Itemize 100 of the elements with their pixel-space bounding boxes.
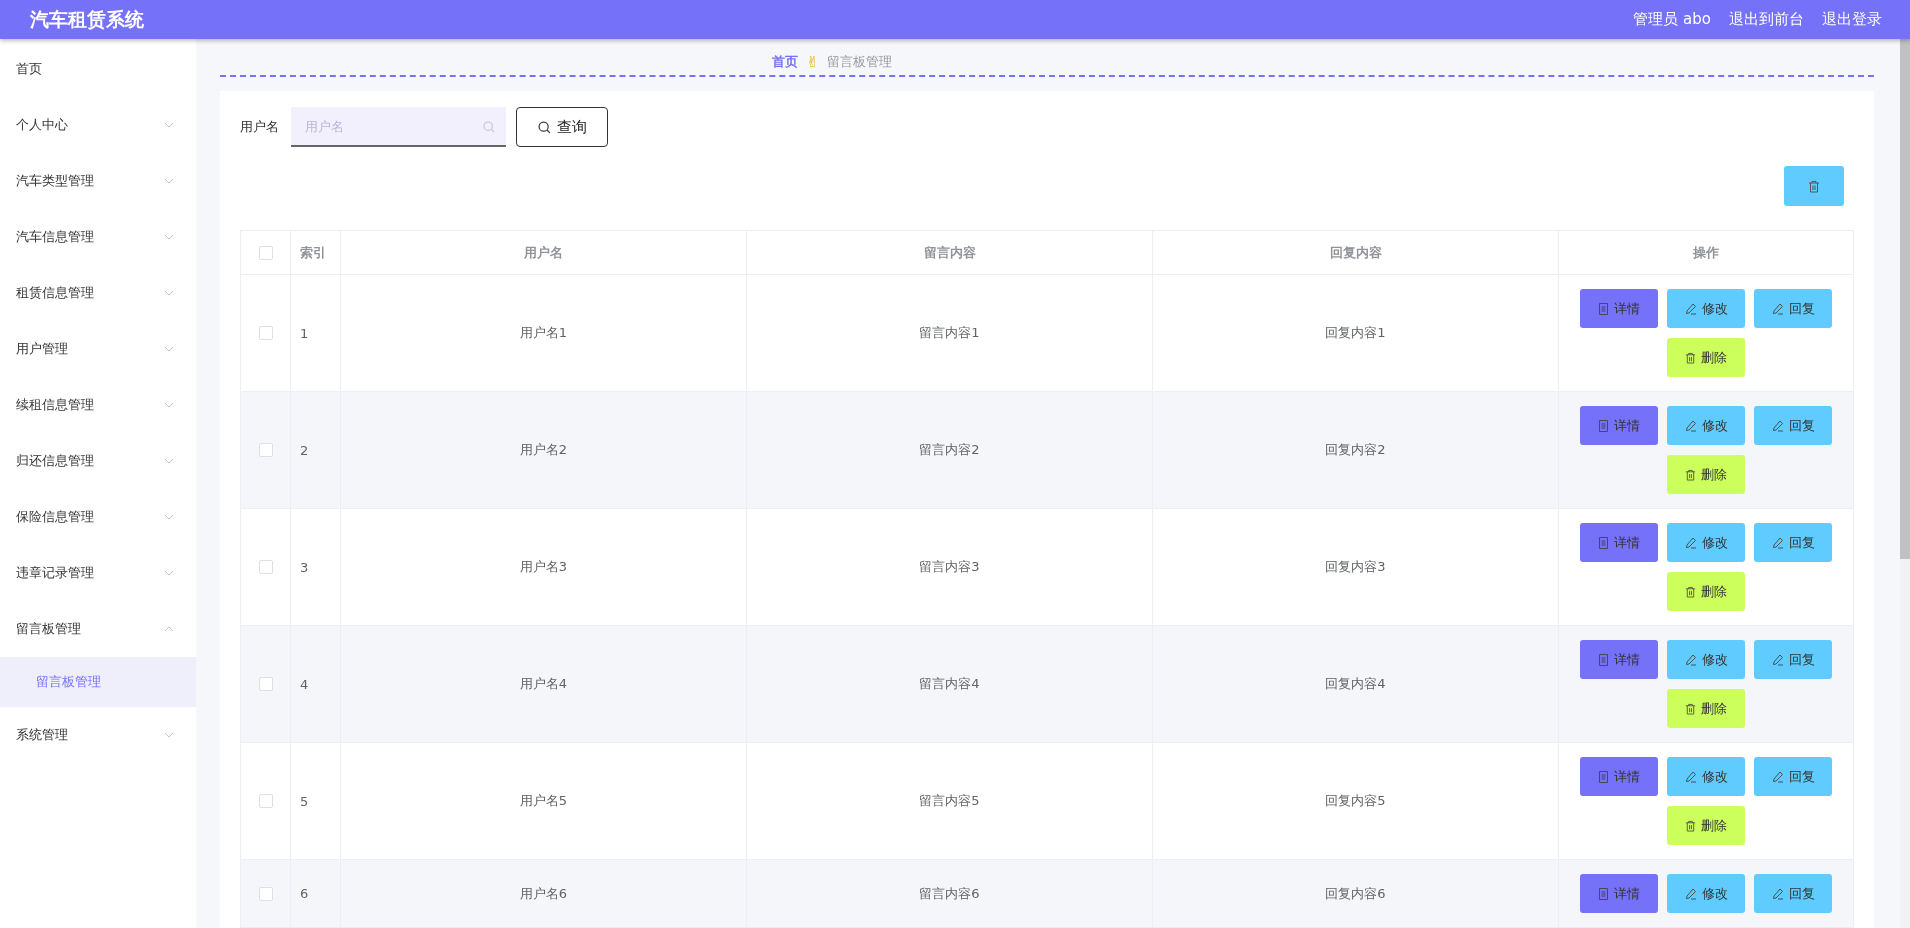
pencil-icon [1684,770,1697,783]
delete-button[interactable]: 删除 [1667,338,1745,377]
column-header: 留言内容 [747,231,1153,274]
header-link[interactable]: 管理员 abo [1633,10,1711,29]
delete-button[interactable]: 删除 [1667,806,1745,845]
search-field[interactable]: 用户名 [291,107,506,147]
breadcrumb-link[interactable]: 首页 [772,53,799,71]
edit-button[interactable]: 修改 [1667,289,1745,328]
reply-button[interactable]: 回复 [1754,523,1832,562]
row-checkbox[interactable] [258,443,273,457]
chevron-icon [164,570,174,576]
sidebar-item[interactable]: 归还信息管理 [0,433,196,489]
table-cell: 用户名4 [519,675,568,693]
search-icon [537,120,551,134]
search-icon [483,121,495,133]
edit-button[interactable]: 修改 [1667,523,1745,562]
edit-button[interactable]: 修改 [1667,406,1745,445]
scrollbar[interactable] [1900,39,1910,928]
bulk-delete-button[interactable] [1784,166,1844,206]
table-cell: 回复内容3 [1325,558,1386,576]
edit-button[interactable]: 修改 [1667,757,1745,796]
table-cell: 4 [300,676,309,692]
edit-button[interactable]: 修改 [1667,874,1745,913]
sidebar-item[interactable]: 续租信息管理 [0,377,196,433]
table-cell: 留言内容6 [919,884,980,903]
header-link[interactable]: 退出登录 [1822,10,1882,29]
pencil-icon [1771,419,1784,432]
chevron-icon [164,346,174,352]
sidebar-item[interactable]: 租赁信息管理 [0,265,196,321]
document-icon [1598,536,1609,549]
table-cell: 留言内容1 [919,324,980,342]
table-cell: 用户名1 [519,324,568,342]
table-cell: 用户名3 [519,558,568,576]
sidebar-item[interactable]: 用户管理 [0,321,196,377]
pencil-icon [1771,302,1784,315]
pencil-icon [1771,536,1784,549]
table-cell: 用户名2 [519,441,568,459]
delete-button[interactable]: 删除 [1667,689,1745,728]
select-all-checkbox[interactable] [258,245,273,260]
document-icon [1598,302,1609,315]
delete-button[interactable]: 删除 [1667,572,1745,611]
table-cell: 留言内容3 [919,558,980,576]
table-cell: 1 [300,325,309,341]
reply-button[interactable]: 回复 [1754,640,1832,679]
row-checkbox[interactable] [258,886,273,901]
table-cell: 用户名6 [519,884,568,903]
sidebar-item[interactable]: 违章记录管理 [0,545,196,601]
reply-button[interactable]: 回复 [1754,757,1832,796]
sidebar-subitem[interactable]: 留言板管理 [0,657,196,707]
trash-icon [1685,351,1696,364]
row-checkbox[interactable] [258,677,273,691]
trash-icon [1808,179,1820,193]
reply-button[interactable]: 回复 [1754,406,1832,445]
table-cell: 留言内容5 [919,792,980,810]
header-link[interactable]: 退出到前台 [1729,10,1804,29]
table-cell: 5 [300,793,309,809]
trash-icon [1685,585,1696,598]
chevron-icon [164,290,174,296]
row-checkbox[interactable] [258,794,273,808]
column-header: 回复内容 [1153,231,1559,274]
chevron-icon [164,402,174,408]
table-cell: 回复内容4 [1325,675,1386,693]
trash-icon [1685,468,1696,481]
chevron-icon [164,626,174,632]
reply-button[interactable]: 回复 [1754,289,1832,328]
pencil-icon [1771,770,1784,783]
table-cell: 6 [300,886,309,901]
table-cell: 留言内容2 [919,441,980,459]
row-checkbox[interactable] [258,326,273,340]
search-button[interactable]: 查询 [516,107,608,147]
field-label: 用户名 [240,118,279,136]
sidebar-item[interactable]: 系统管理 [0,707,196,763]
table-cell: 用户名5 [519,792,568,810]
table-cell: 3 [300,559,309,575]
edit-button[interactable]: 修改 [1667,640,1745,679]
table-cell: 2 [300,442,309,458]
table-cell: 回复内容5 [1325,792,1386,810]
reply-button[interactable]: 回复 [1754,874,1832,913]
document-icon [1598,653,1609,666]
column-header: 用户名 [341,231,747,274]
document-icon [1598,887,1609,900]
pencil-icon [1684,536,1697,549]
table-cell: 留言内容4 [919,675,980,693]
sidebar-item[interactable]: 汽车类型管理 [0,153,196,209]
sidebar-item[interactable]: 保险信息管理 [0,489,196,545]
table-cell: 回复内容2 [1325,441,1386,459]
sidebar-item[interactable]: 首页 [0,41,196,97]
pencil-icon [1684,653,1697,666]
sidebar-item[interactable]: 留言板管理 [0,601,196,657]
pencil-icon [1771,887,1784,900]
trash-icon [1685,819,1696,832]
row-checkbox[interactable] [258,560,273,574]
sidebar-item[interactable]: 个人中心 [0,97,196,153]
breadcrumb-current: 留言板管理 [826,53,892,71]
delete-button[interactable]: 删除 [1667,455,1745,494]
chevron-icon [164,122,174,128]
sidebar-item[interactable]: 汽车信息管理 [0,209,196,265]
chevron-icon [164,732,174,738]
document-icon [1598,419,1609,432]
pencil-icon [1684,419,1697,432]
